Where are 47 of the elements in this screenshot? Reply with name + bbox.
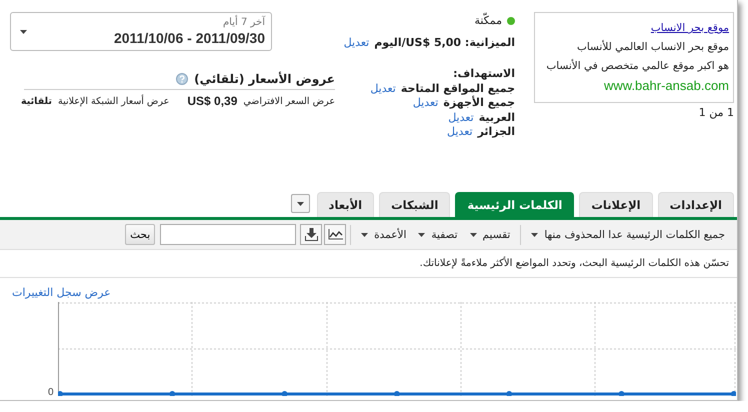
network-bid-label: عرض أسعار الشبكة الإعلانية xyxy=(58,96,170,106)
search-field[interactable] xyxy=(160,224,296,245)
targeting-value: جميع المواقع المتاحة xyxy=(400,82,515,95)
edit-link[interactable]: تعديل xyxy=(448,110,474,125)
tab[interactable]: الإعدادات xyxy=(658,192,734,217)
line-chart-icon xyxy=(328,229,343,240)
caret-icon xyxy=(418,232,426,236)
targeting-title: الاستهداف: xyxy=(453,67,515,80)
search-button[interactable]: بحث xyxy=(125,224,156,245)
keywords-info-text: تحسّن هذه الكلمات الرئيسية البحث، وتحدد المواضع الأكثر ملاءمةً لإعلاناتك. xyxy=(420,258,729,269)
ad-headline-link[interactable]: موقع بحر الانساب xyxy=(650,22,729,34)
edit-link[interactable]: تعديل xyxy=(412,96,438,110)
chart-toggle-button[interactable] xyxy=(324,224,346,245)
toolbar-menu[interactable]: تصفية xyxy=(412,228,464,240)
ad-description-line: موقع بحر الانساب العالمي للأنساب xyxy=(576,41,729,53)
default-bid-value: US$ 0,39 xyxy=(187,94,238,108)
ad-pager-text: 1 من 1 xyxy=(698,106,734,119)
network-bid-value: تلقائية xyxy=(20,96,52,106)
caret-icon xyxy=(296,202,304,206)
budget-text: الميزانية: US$ 5,00/اليوم xyxy=(374,36,515,49)
tab[interactable]: الأبعاد xyxy=(316,192,374,217)
tab[interactable]: الإعلانات xyxy=(579,192,653,217)
y-axis-label: 0 xyxy=(48,388,55,398)
edit-link[interactable]: تعديل xyxy=(447,125,473,140)
default-bid-label: عرض السعر الافتراضي xyxy=(243,96,335,106)
tab[interactable]: الكلمات الرئيسية xyxy=(455,192,574,217)
edit-link[interactable]: تعديل xyxy=(370,82,396,96)
ad-description-line: هو اكبر موقع عالمي متخصص في الأنساب xyxy=(546,60,729,72)
tab[interactable]: الشبكات xyxy=(379,192,450,217)
toolbar-menu[interactable]: الأعمدة xyxy=(355,228,412,240)
keyword-filter-dropdown[interactable]: جميع الكلمات الرئيسية عدا المحذوف منها xyxy=(525,228,731,240)
download-icon xyxy=(304,228,318,241)
ad-display-url: www.bahr-ansab.com xyxy=(604,78,729,93)
targeting-value: العربية xyxy=(478,110,515,125)
more-tabs-button[interactable] xyxy=(290,194,310,213)
caret-icon xyxy=(531,232,538,236)
change-history-link[interactable]: عرض سجل التغييرات xyxy=(12,286,111,299)
status-label: ممكّنة xyxy=(474,14,502,27)
bidding-title: عروض الأسعار (تلقائي) xyxy=(194,72,335,86)
download-button[interactable] xyxy=(300,224,322,245)
caret-icon xyxy=(20,30,27,34)
caret-icon xyxy=(470,232,477,236)
edit-link[interactable]: تعديل xyxy=(344,36,370,49)
targeting-value: الجزائر xyxy=(478,125,515,140)
caret-icon xyxy=(361,232,368,236)
targeting-value: جميع الأجهزة xyxy=(443,96,515,110)
toolbar-menu[interactable]: تقسيم xyxy=(464,228,516,240)
